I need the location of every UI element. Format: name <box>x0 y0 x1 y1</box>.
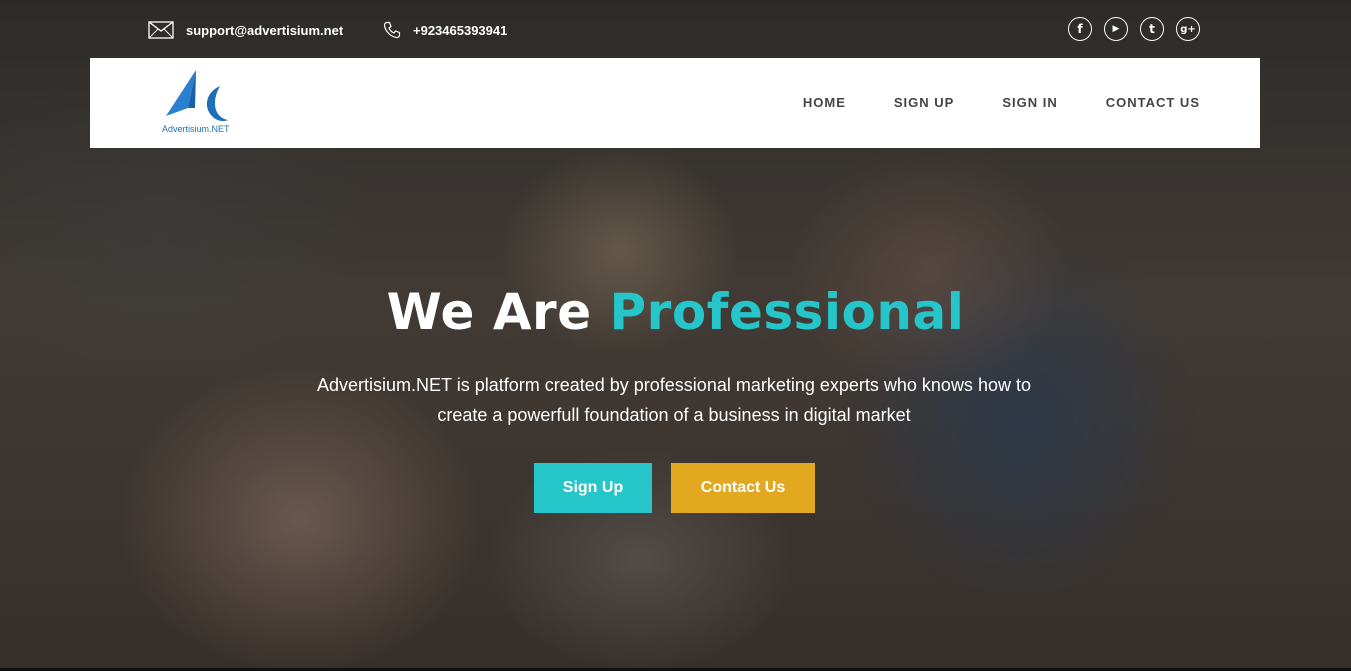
hero-title-accent: Professional <box>609 283 965 341</box>
email-contact[interactable]: support@advertisium.net <box>148 21 343 39</box>
phone-contact[interactable]: +923465393941 <box>383 21 507 39</box>
hero-title-prefix: We Are <box>386 283 610 341</box>
logo-mark-icon <box>166 70 228 122</box>
nav-sign-up[interactable]: SIGN UP <box>894 95 954 110</box>
social-links: f ▶ t g+ <box>1068 17 1200 41</box>
phone-number[interactable]: +923465393941 <box>413 23 507 38</box>
main-nav: HOME SIGN UP SIGN IN CONTACT US <box>803 95 1200 110</box>
contact-us-button[interactable]: Contact Us <box>671 463 815 513</box>
hero-description: Advertisium.NET is platform created by p… <box>317 375 1031 425</box>
twitter-icon[interactable]: t <box>1140 17 1164 41</box>
top-contact-bar: support@advertisium.net +923465393941 f … <box>0 0 1351 58</box>
nav-contact-us[interactable]: CONTACT US <box>1106 95 1200 110</box>
navbar: Advertisium.NET HOME SIGN UP SIGN IN CON… <box>90 58 1260 148</box>
envelope-icon <box>148 21 174 39</box>
google-plus-icon[interactable]: g+ <box>1176 17 1200 41</box>
sign-up-button[interactable]: Sign Up <box>534 463 652 513</box>
nav-sign-in[interactable]: SIGN IN <box>1002 95 1057 110</box>
phone-icon <box>383 21 401 39</box>
hero-title: We Are Professional <box>0 283 1351 341</box>
logo-text: Advertisium.NET <box>162 124 230 134</box>
facebook-icon[interactable]: f <box>1068 17 1092 41</box>
email-address[interactable]: support@advertisium.net <box>186 23 343 38</box>
youtube-icon[interactable]: ▶ <box>1104 17 1128 41</box>
nav-home[interactable]: HOME <box>803 95 846 110</box>
brand-logo[interactable]: Advertisium.NET <box>162 68 230 134</box>
